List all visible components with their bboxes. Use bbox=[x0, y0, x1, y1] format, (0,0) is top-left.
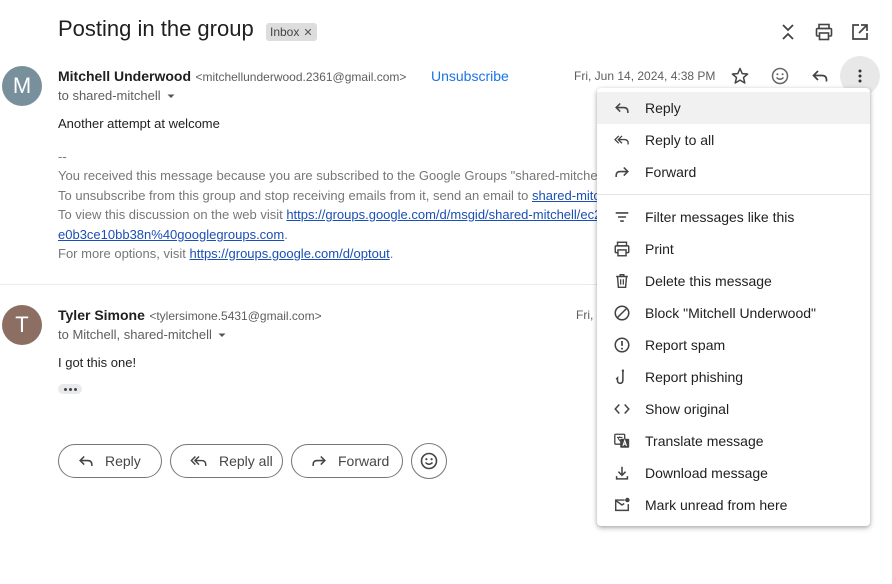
menu-item-filter[interactable]: Filter messages like this bbox=[597, 201, 870, 233]
menu-item-download[interactable]: Download message bbox=[597, 457, 870, 489]
sender-name[interactable]: Mitchell Underwood bbox=[58, 68, 191, 84]
phishing-hook-icon bbox=[613, 368, 631, 386]
reply-icon bbox=[613, 99, 631, 117]
signature-line: For more options, visit https://groups.g… bbox=[58, 246, 394, 261]
reply-icon bbox=[79, 455, 93, 466]
group-email-link[interactable]: shared-mitc bbox=[532, 188, 600, 203]
forward-button[interactable]: Forward bbox=[291, 444, 403, 478]
reply-icon[interactable] bbox=[808, 64, 832, 88]
menu-item-reply[interactable]: Reply bbox=[597, 92, 870, 124]
forward-button-label: Forward bbox=[338, 453, 390, 469]
discussion-link[interactable]: https://groups.google.com/d/msgid/shared… bbox=[286, 207, 601, 222]
menu-item-delete[interactable]: Delete this message bbox=[597, 265, 870, 297]
reply-all-button-label: Reply all bbox=[219, 453, 273, 469]
reply-all-button[interactable]: Reply all bbox=[170, 444, 283, 478]
signature-line: You received this message because you ar… bbox=[58, 168, 598, 183]
filter-icon bbox=[613, 208, 631, 226]
unsubscribe-link[interactable]: Unsubscribe bbox=[431, 68, 509, 84]
reply-button-label: Reply bbox=[105, 453, 141, 469]
trash-icon bbox=[613, 272, 631, 290]
recipients-text: to Mitchell, shared-mitchell bbox=[58, 327, 212, 342]
sender-email: <tylersimone.5431@gmail.com> bbox=[149, 309, 322, 323]
thread-subject: Posting in the group bbox=[58, 16, 254, 41]
chevron-down-icon bbox=[167, 94, 175, 98]
menu-item-show-original[interactable]: Show original bbox=[597, 393, 870, 425]
reply-all-icon bbox=[190, 455, 207, 466]
discussion-link-cont[interactable]: e0b3ce10bb38n%40googlegroups.com bbox=[58, 227, 284, 242]
signature-separator: -- bbox=[58, 149, 67, 164]
print-all-icon[interactable] bbox=[812, 20, 836, 44]
sender-line: Tyler Simone <tylersimone.5431@gmail.com… bbox=[58, 307, 322, 325]
message-divider bbox=[0, 284, 600, 285]
forward-icon bbox=[312, 455, 326, 466]
message-body: Another attempt at welcome bbox=[58, 116, 220, 131]
signature-line: To view this discussion on the web visit… bbox=[58, 207, 602, 222]
menu-item-forward[interactable]: Forward bbox=[597, 156, 870, 188]
message-date: Fri, Jun 14, 2024, 4:38 PM bbox=[574, 69, 716, 83]
collapse-all-icon[interactable] bbox=[776, 20, 800, 44]
inbox-label-chip[interactable]: Inbox ✕ bbox=[266, 23, 317, 41]
print-icon bbox=[613, 240, 631, 258]
sender-name[interactable]: Tyler Simone bbox=[58, 307, 145, 323]
mark-unread-icon bbox=[613, 496, 631, 514]
menu-item-report-spam[interactable]: Report spam bbox=[597, 329, 870, 361]
sender-line: Mitchell Underwood <mitchellunderwood.23… bbox=[58, 68, 406, 86]
translate-icon bbox=[613, 432, 631, 450]
sender-avatar[interactable]: T bbox=[2, 305, 42, 345]
message-body: I got this one! bbox=[58, 355, 137, 370]
recipients-line[interactable]: to Mitchell, shared-mitchell bbox=[58, 327, 228, 342]
menu-item-print[interactable]: Print bbox=[597, 233, 870, 265]
menu-item-report-phishing[interactable]: Report phishing bbox=[597, 361, 870, 393]
show-trimmed-content-button[interactable] bbox=[58, 384, 82, 394]
more-vert-icon bbox=[858, 69, 862, 83]
reply-button[interactable]: Reply bbox=[58, 444, 162, 478]
sender-avatar[interactable]: M bbox=[2, 66, 42, 106]
spam-icon bbox=[613, 336, 631, 354]
add-reaction-button[interactable] bbox=[411, 443, 447, 479]
chevron-down-icon bbox=[218, 333, 226, 337]
menu-item-reply-all[interactable]: Reply to all bbox=[597, 124, 870, 156]
emoji-icon bbox=[420, 452, 438, 470]
menu-item-mark-unread[interactable]: Mark unread from here bbox=[597, 489, 870, 521]
more-options-menu: Reply Reply to all Forward Filter messag… bbox=[597, 88, 870, 526]
signature-line: To unsubscribe from this group and stop … bbox=[58, 188, 600, 203]
emoji-reaction-icon[interactable] bbox=[768, 64, 792, 88]
sender-email: <mitchellunderwood.2361@gmail.com> bbox=[195, 70, 407, 84]
forward-icon bbox=[613, 163, 631, 181]
menu-separator bbox=[597, 194, 870, 195]
star-icon[interactable] bbox=[728, 64, 752, 88]
download-icon bbox=[613, 464, 631, 482]
recipients-line[interactable]: to shared-mitchell bbox=[58, 88, 177, 103]
signature-line: e0b3ce10bb38n%40googlegroups.com. bbox=[58, 227, 288, 242]
menu-item-translate[interactable]: Translate message bbox=[597, 425, 870, 457]
recipients-text: to shared-mitchell bbox=[58, 88, 161, 103]
menu-item-block[interactable]: Block "Mitchell Underwood" bbox=[597, 297, 870, 329]
block-icon bbox=[613, 304, 631, 322]
remove-label-icon[interactable]: ✕ bbox=[303, 26, 312, 39]
optout-link[interactable]: https://groups.google.com/d/optout bbox=[190, 246, 390, 261]
reply-all-icon bbox=[613, 131, 631, 149]
label-chip-text: Inbox bbox=[270, 25, 300, 39]
code-icon bbox=[613, 400, 631, 418]
open-new-window-icon[interactable] bbox=[848, 20, 872, 44]
